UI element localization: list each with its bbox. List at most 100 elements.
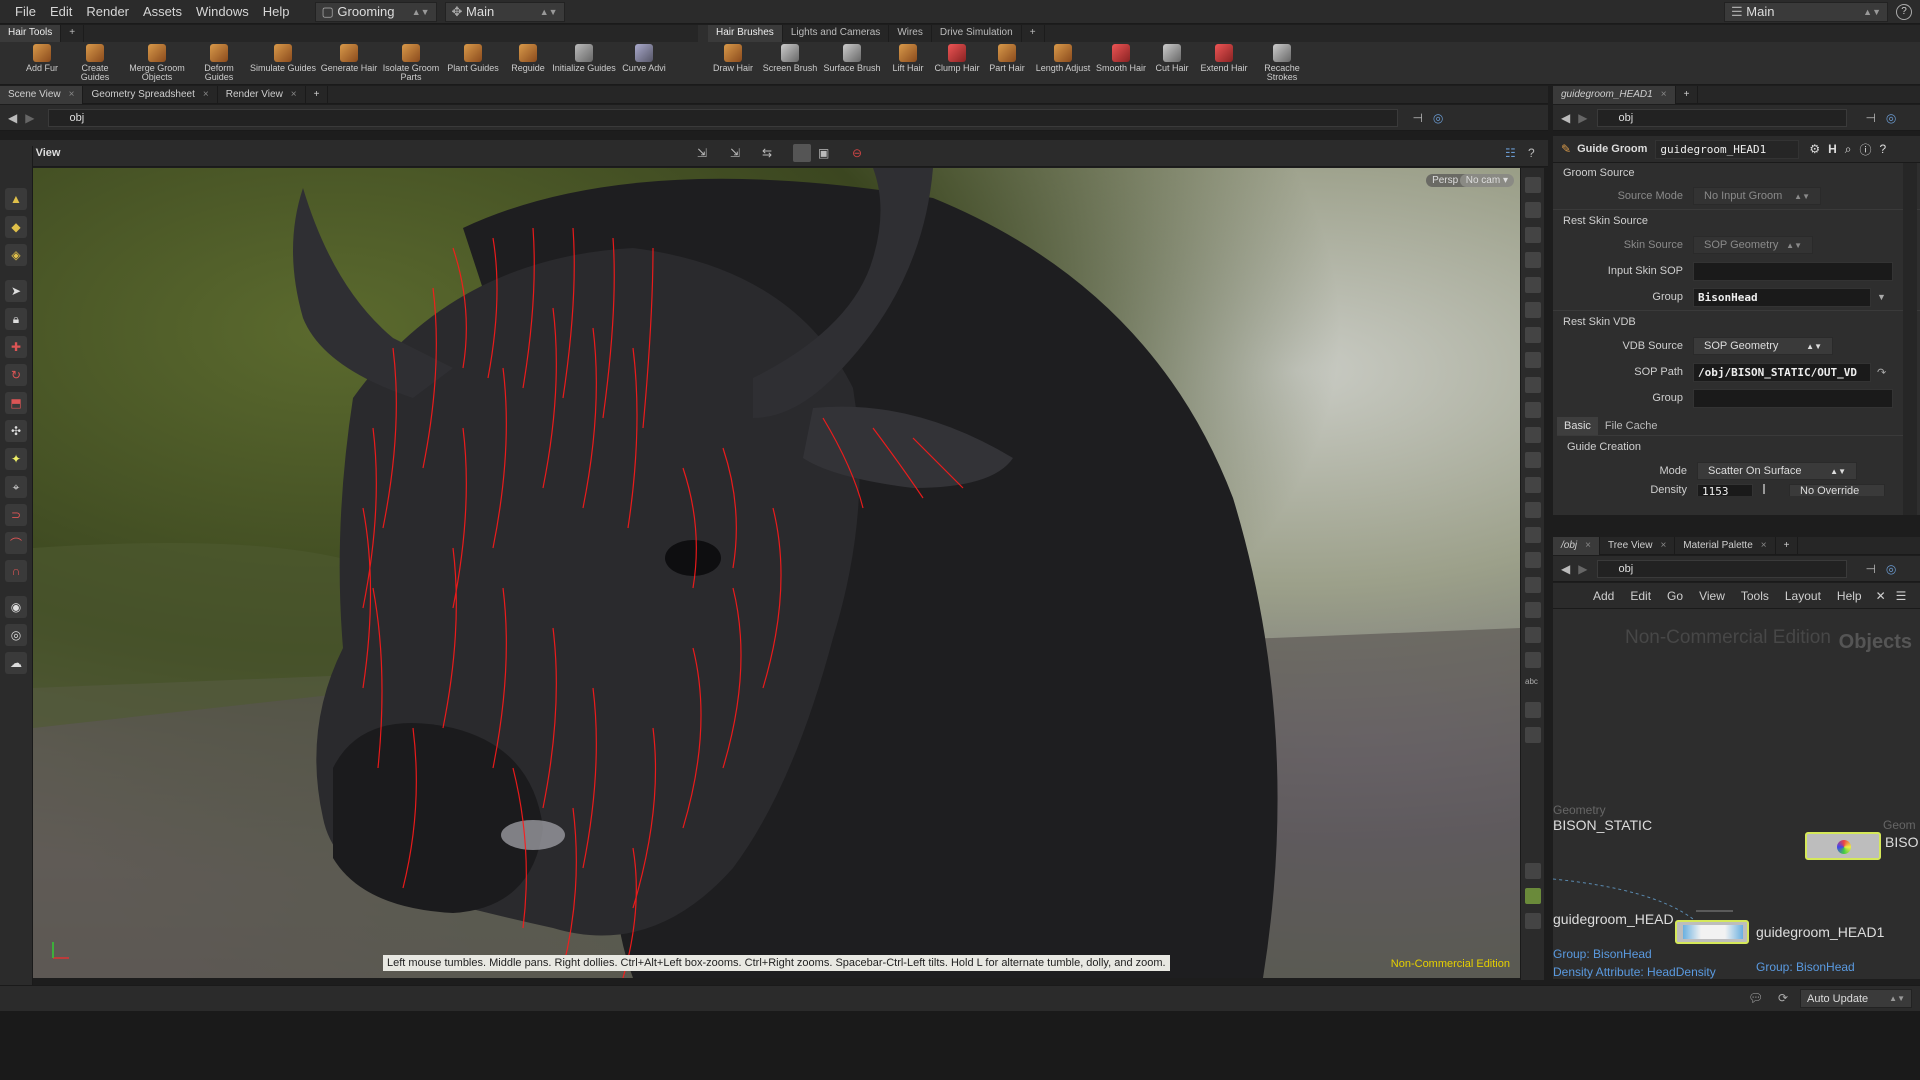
node-name-field[interactable]: guidegroom_HEAD1	[1655, 139, 1800, 159]
tool-add-fur[interactable]: Add Fur	[18, 44, 66, 84]
display-option-icon[interactable]: ⇲	[697, 146, 707, 160]
help-icon[interactable]: ?	[1880, 142, 1887, 156]
tab-obj[interactable]: /obj ×	[1553, 536, 1600, 555]
xray-icon[interactable]	[1525, 252, 1541, 268]
list-icon[interactable]: ☰	[1892, 589, 1911, 603]
add-shelf-tab-button[interactable]: +	[61, 25, 85, 42]
scale-tool-icon[interactable]: ⬒	[5, 392, 27, 414]
light-icon[interactable]	[1525, 302, 1541, 318]
menu-windows[interactable]: Windows	[189, 4, 256, 19]
network-menu-view[interactable]: View	[1691, 589, 1733, 603]
camera-icon[interactable]	[1525, 377, 1541, 393]
close-icon[interactable]: ×	[1585, 537, 1591, 555]
back-arrow-icon[interactable]: ◀	[8, 111, 17, 125]
chat-icon[interactable]: 💬︎	[1748, 991, 1763, 1005]
tab-guidegroom-head1[interactable]: guidegroom_HEAD1 ×	[1553, 85, 1676, 104]
close-icon[interactable]: ×	[1761, 537, 1767, 555]
gear-icon[interactable]: ⚙	[1809, 142, 1820, 156]
view-tool-icon[interactable]: ⌖	[5, 476, 27, 498]
menu-edit[interactable]: Edit	[43, 4, 79, 19]
tool-initialize-guides[interactable]: Initialize Guides	[552, 44, 616, 84]
shelf-tab-hair-tools[interactable]: Hair Tools	[0, 25, 62, 42]
viewer-path-field[interactable]: obj	[48, 108, 1399, 127]
pivot-icon[interactable]	[1525, 627, 1541, 643]
shelf-tab-lights-cameras[interactable]: Lights and Cameras	[783, 25, 890, 42]
shelf-tab-wires[interactable]: Wires	[889, 25, 932, 42]
search-icon[interactable]: ⌕	[1845, 142, 1852, 157]
add-tab-button[interactable]: +	[1776, 536, 1799, 555]
help-icon[interactable]: ?	[1896, 3, 1912, 20]
tab-geometry-spreadsheet[interactable]: Geometry Spreadsheet ×	[83, 85, 218, 104]
select-tool-icon[interactable]: ▲	[5, 188, 27, 210]
input-skin-sop-field[interactable]	[1693, 261, 1893, 281]
ghost-icon[interactable]	[1525, 202, 1541, 218]
tool-simulate-guides[interactable]: Simulate Guides	[248, 44, 318, 84]
tool-create-guides[interactable]: Create Guides	[66, 44, 124, 84]
node4-tile[interactable]	[1675, 920, 1749, 944]
orbit-tool-icon[interactable]: ◉	[5, 596, 27, 618]
back-arrow-icon[interactable]: ◀	[1561, 111, 1570, 125]
lock-icon[interactable]	[1525, 227, 1541, 243]
text-label-icon[interactable]: abc	[1525, 677, 1541, 693]
shelf-tab-drive-simulation[interactable]: Drive Simulation	[932, 25, 1022, 42]
bulb-icon[interactable]	[1525, 352, 1541, 368]
mode-menu[interactable]: Scatter On Surface ▲▼	[1697, 462, 1857, 480]
pose-tool-icon[interactable]: ✣	[5, 420, 27, 442]
add-shelf-tab-button[interactable]: +	[1022, 25, 1045, 42]
camera-menu[interactable]: No cam ▾	[1459, 174, 1514, 187]
node-chooser-icon[interactable]: ↷	[1877, 366, 1886, 379]
grid-snap-icon[interactable]: ⇆	[762, 146, 772, 160]
link-icon[interactable]: ◎	[1886, 562, 1896, 576]
network-menu-go[interactable]: Go	[1659, 589, 1691, 603]
group-dropdown-icon[interactable]: ▼	[1877, 292, 1886, 302]
object-mode-icon[interactable]: ▣	[818, 146, 829, 160]
back-arrow-icon[interactable]: ◀	[1561, 562, 1570, 576]
subtab-file-cache[interactable]: File Cache	[1598, 417, 1665, 435]
density-field[interactable]: 1153	[1697, 484, 1753, 496]
tab-material-palette[interactable]: Material Palette ×	[1675, 536, 1776, 555]
viewer-help-icon[interactable]: ?	[1528, 146, 1535, 160]
close-icon[interactable]: ×	[291, 86, 297, 104]
forward-arrow-icon[interactable]: ▶	[25, 111, 34, 125]
menu-file[interactable]: File	[8, 4, 43, 19]
vdb-source-menu[interactable]: SOP Geometry ▲▼	[1693, 337, 1833, 355]
network-menu-tools[interactable]: Tools	[1733, 589, 1777, 603]
uv-icon[interactable]	[1525, 502, 1541, 518]
lasso-tool-icon[interactable]: ⌒	[5, 532, 27, 554]
point-light-icon[interactable]	[1525, 327, 1541, 343]
params-path-field[interactable]: obj	[1597, 108, 1848, 127]
shading-icon[interactable]	[1525, 277, 1541, 293]
pin-icon[interactable]: ⊣	[1412, 111, 1422, 125]
auto-update-menu[interactable]: Auto Update ▲▼	[1800, 989, 1912, 1008]
tool-generate-hair[interactable]: Generate Hair	[318, 44, 380, 84]
rotate-tool-icon[interactable]: ↻	[5, 364, 27, 386]
render-tool-icon[interactable]: ☁	[5, 652, 27, 674]
params-scrollbar[interactable]	[1903, 163, 1917, 515]
tab-render-view[interactable]: Render View ×	[218, 85, 306, 104]
display-icon[interactable]	[1525, 177, 1541, 193]
tool-smooth-hair[interactable]: Smooth Hair	[1094, 44, 1148, 84]
network-menu-add[interactable]: Add	[1585, 589, 1622, 603]
tool-lift-hair[interactable]: Lift Hair	[884, 44, 932, 84]
marker-icon[interactable]	[1525, 727, 1541, 743]
close-icon[interactable]: ×	[69, 86, 75, 104]
tool-isolate-groom[interactable]: Isolate Groom Parts	[380, 44, 442, 84]
tab-scene-view[interactable]: Scene View ×	[0, 85, 84, 104]
subtab-basic[interactable]: Basic	[1557, 417, 1598, 435]
image-icon[interactable]	[1525, 702, 1541, 718]
pin-icon[interactable]: ⊣	[1865, 111, 1875, 125]
arrow-tool-icon[interactable]: ➤	[5, 280, 27, 302]
wrench-icon[interactable]: ✕	[1870, 589, 1892, 603]
link-icon[interactable]: ◎	[1886, 111, 1896, 125]
network-menu-layout[interactable]: Layout	[1777, 589, 1829, 603]
lock-tool-icon[interactable]: 🔒︎	[5, 308, 27, 330]
desktop-dropdown[interactable]: ▢ Grooming ▲▼	[314, 1, 437, 22]
tool-screen-brush[interactable]: Screen Brush	[760, 44, 820, 84]
houdini-help-icon[interactable]: H	[1828, 142, 1837, 156]
density-override-menu[interactable]: No Override	[1789, 484, 1885, 496]
context-dropdown[interactable]: ✥ Main ▲▼	[444, 1, 565, 22]
tool-reguide[interactable]: Reguide	[504, 44, 552, 84]
menu-help[interactable]: Help	[256, 4, 297, 19]
snap-icon[interactable]: ⇲	[730, 146, 740, 160]
no-entry-icon[interactable]: ⊖	[852, 146, 862, 160]
